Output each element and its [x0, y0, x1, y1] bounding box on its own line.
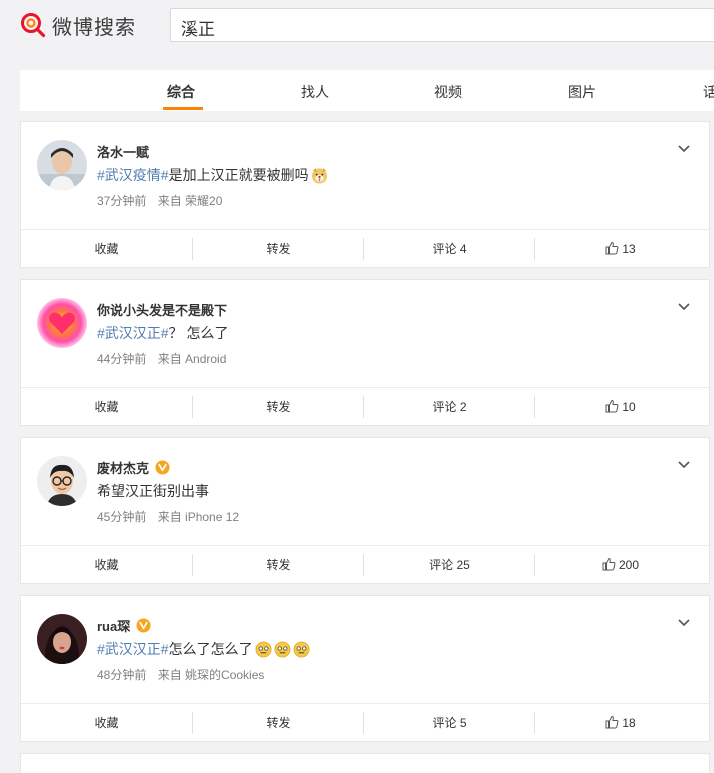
post-card: rua琛 #武汉汉正# 怎么了怎么了 48分钟前 来自 姚琛的Cookies 收… — [20, 595, 710, 742]
like-count: 200 — [618, 558, 640, 572]
like-count: 18 — [622, 716, 636, 730]
comment-button[interactable]: 评论 2 — [364, 388, 535, 427]
post-actions: 收藏 转发 评论 5 18 — [21, 703, 709, 743]
post-content: 希望汉正街别出事 — [97, 481, 209, 501]
comment-button[interactable]: 评论 5 — [364, 704, 535, 743]
hashtag-link[interactable]: #武汉疫情# — [97, 165, 169, 185]
post-meta: 37分钟前 来自 荣耀20 — [97, 192, 222, 209]
post-author[interactable]: 废材杰克 — [97, 458, 170, 477]
post-actions: 收藏 转发 评论 25 200 — [21, 545, 709, 585]
author-name[interactable]: 废材杰克 — [97, 458, 149, 477]
weibo-search-logo[interactable]: 微博搜索 — [20, 9, 136, 41]
tab-topics[interactable]: 话 — [703, 82, 714, 102]
repost-button[interactable]: 转发 — [193, 230, 364, 269]
like-count: 13 — [622, 242, 636, 256]
repost-button[interactable]: 转发 — [193, 546, 364, 585]
post-content: #武汉汉正# ？ 怎么了 — [97, 323, 228, 343]
like-button[interactable]: 18 — [535, 704, 706, 743]
author-name[interactable]: 你说小头发是不是殿下 — [97, 300, 227, 319]
avatar[interactable] — [37, 298, 87, 348]
chevron-down-icon[interactable] — [677, 458, 691, 472]
like-button[interactable]: 200 — [535, 546, 706, 585]
hashtag-link[interactable]: #武汉汉正# — [97, 323, 169, 343]
avatar[interactable] — [37, 140, 87, 190]
avatar[interactable] — [37, 456, 87, 506]
post-actions: 收藏 转发 评论 4 13 — [21, 229, 709, 269]
user-avatar-image — [37, 140, 87, 190]
chevron-down-icon[interactable] — [677, 142, 691, 156]
repost-button[interactable]: 转发 — [193, 388, 364, 427]
post-time[interactable]: 37分钟前 — [97, 194, 146, 208]
user-avatar-image — [37, 614, 87, 664]
post-card: 废材杰克 希望汉正街别出事 45分钟前 来自 iPhone 12 收藏 转发 评… — [20, 437, 710, 584]
repost-button[interactable]: 转发 — [193, 704, 364, 743]
post-source: 来自 荣耀20 — [157, 194, 223, 208]
user-avatar-image — [37, 298, 87, 348]
post-text: ？ 怎么了 — [168, 325, 229, 341]
logo-text: 微博搜索 — [52, 16, 136, 39]
favorite-button[interactable]: 收藏 — [21, 230, 192, 269]
post-content: #武汉疫情# 是加上汉正就要被删吗 — [97, 165, 328, 185]
favorite-button[interactable]: 收藏 — [21, 704, 192, 743]
post-meta: 48分钟前 来自 姚琛的Cookies — [97, 666, 264, 683]
awkward-emoji-icon — [255, 641, 272, 657]
post-time[interactable]: 48分钟前 — [97, 668, 146, 682]
like-button[interactable]: 10 — [535, 388, 706, 427]
awkward-emoji-icon — [293, 641, 310, 657]
tab-images[interactable]: 图片 — [568, 82, 596, 102]
post-meta: 45分钟前 来自 iPhone 12 — [97, 508, 239, 525]
author-name[interactable]: 洛水一赋 — [97, 142, 149, 161]
post-actions: 收藏 转发 评论 2 10 — [21, 387, 709, 427]
post-author[interactable]: 你说小头发是不是殿下 — [97, 300, 227, 319]
tab-people[interactable]: 找人 — [301, 82, 329, 102]
thumbs-up-icon — [605, 241, 619, 255]
post-time[interactable]: 44分钟前 — [97, 352, 146, 366]
like-button[interactable]: 13 — [535, 230, 706, 269]
favorite-button[interactable]: 收藏 — [21, 546, 192, 585]
doge-emoji-icon — [311, 167, 327, 184]
active-tab-indicator — [163, 107, 203, 110]
thumbs-up-icon — [605, 715, 619, 729]
chevron-down-icon[interactable] — [677, 300, 691, 314]
awkward-emoji-icon — [274, 641, 291, 657]
favorite-button[interactable]: 收藏 — [21, 388, 192, 427]
chevron-down-icon[interactable] — [677, 616, 691, 630]
like-count: 10 — [622, 400, 636, 414]
post-meta: 44分钟前 来自 Android — [97, 350, 226, 367]
post-card: 洛水一赋 #武汉疫情# 是加上汉正就要被删吗 37分钟前 来自 荣耀20 收藏 … — [20, 121, 710, 268]
avatar[interactable] — [37, 614, 87, 664]
hashtag-link[interactable]: #武汉汉正# — [97, 639, 169, 659]
post-source: 来自 Android — [157, 352, 227, 366]
comment-button[interactable]: 评论 25 — [364, 546, 535, 585]
author-name[interactable]: rua琛 — [97, 616, 130, 635]
post-text: 怎么了怎么了 — [168, 641, 253, 657]
post-content: #武汉汉正# 怎么了怎么了 — [97, 639, 310, 659]
post-source: 来自 iPhone 12 — [157, 510, 240, 524]
verified-badge-icon — [136, 618, 151, 633]
top-header: 微博搜索 溪正 — [0, 0, 714, 56]
thumbs-up-icon — [605, 399, 619, 413]
post-author[interactable]: rua琛 — [97, 616, 151, 635]
post-card-partial — [20, 753, 710, 773]
post-source: 来自 姚琛的Cookies — [157, 668, 265, 682]
search-input[interactable]: 溪正 — [170, 8, 714, 42]
search-tabs: 综合 找人 视频 图片 话 — [20, 70, 714, 111]
tab-video[interactable]: 视频 — [434, 82, 462, 102]
post-author[interactable]: 洛水一赋 — [97, 142, 149, 161]
comment-button[interactable]: 评论 4 — [364, 230, 535, 269]
thumbs-up-icon — [602, 557, 616, 571]
post-card: 你说小头发是不是殿下 #武汉汉正# ？ 怎么了 44分钟前 来自 Android… — [20, 279, 710, 426]
tab-comprehensive[interactable]: 综合 — [167, 82, 195, 102]
search-logo-icon — [21, 13, 46, 38]
post-text: 希望汉正街别出事 — [97, 483, 209, 499]
verified-badge-icon — [155, 460, 170, 475]
user-avatar-image — [37, 456, 87, 506]
post-time[interactable]: 45分钟前 — [97, 510, 146, 524]
post-text: 是加上汉正就要被删吗 — [168, 167, 309, 183]
search-query-text: 溪正 — [181, 20, 215, 39]
